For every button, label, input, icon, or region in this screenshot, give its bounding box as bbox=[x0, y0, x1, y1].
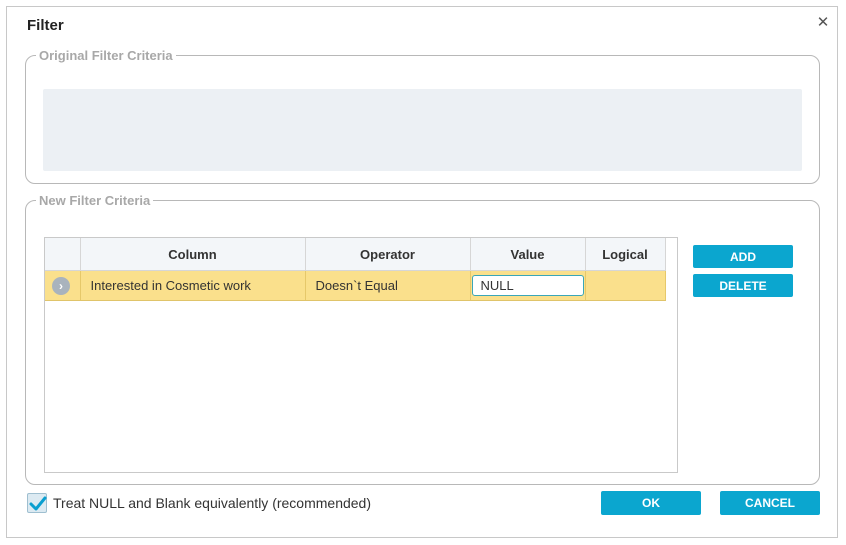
value-input[interactable] bbox=[471, 275, 584, 296]
grid-header-value[interactable]: Value bbox=[470, 238, 586, 271]
cancel-button[interactable]: CANCEL bbox=[720, 491, 820, 515]
treat-null-blank-option[interactable]: Treat NULL and Blank equivalently (recom… bbox=[27, 493, 371, 513]
new-filter-criteria-legend: New Filter Criteria bbox=[39, 193, 151, 208]
grid-header-column[interactable]: Column bbox=[80, 238, 306, 271]
ok-button[interactable]: OK bbox=[601, 491, 701, 515]
grid-header-logical[interactable]: Logical bbox=[585, 238, 666, 271]
dialog-title: Filter bbox=[27, 17, 64, 34]
grid-header-selector bbox=[45, 238, 81, 271]
row-operator-cell[interactable]: Doesn`t Equal bbox=[305, 270, 471, 301]
delete-button[interactable]: DELETE bbox=[693, 274, 793, 297]
grid-header-operator[interactable]: Operator bbox=[305, 238, 471, 271]
original-filter-criteria-group: Original Filter Criteria bbox=[25, 48, 820, 184]
checkmark-icon bbox=[29, 496, 47, 511]
row-column-cell[interactable]: Interested in Cosmetic work bbox=[80, 270, 306, 301]
row-selector-cell[interactable]: › bbox=[45, 270, 81, 301]
grid-header-row: Column Operator Value Logical bbox=[45, 238, 666, 271]
row-logical-cell[interactable] bbox=[585, 270, 666, 301]
table-row[interactable]: › Interested in Cosmetic work Doesn`t Eq… bbox=[45, 270, 666, 301]
original-filter-criteria-legend: Original Filter Criteria bbox=[39, 48, 173, 63]
criteria-grid: Column Operator Value Logical › Interest… bbox=[44, 237, 678, 473]
row-value-cell[interactable] bbox=[470, 270, 586, 301]
new-filter-criteria-group: New Filter Criteria Column Operator Valu… bbox=[25, 193, 820, 485]
original-criteria-display bbox=[43, 89, 802, 171]
add-button[interactable]: ADD bbox=[693, 245, 793, 268]
close-icon[interactable]: ✕ bbox=[815, 15, 831, 31]
treat-null-blank-checkbox[interactable] bbox=[27, 493, 47, 513]
chevron-right-icon[interactable]: › bbox=[52, 276, 70, 295]
treat-null-blank-label: Treat NULL and Blank equivalently (recom… bbox=[53, 495, 372, 511]
